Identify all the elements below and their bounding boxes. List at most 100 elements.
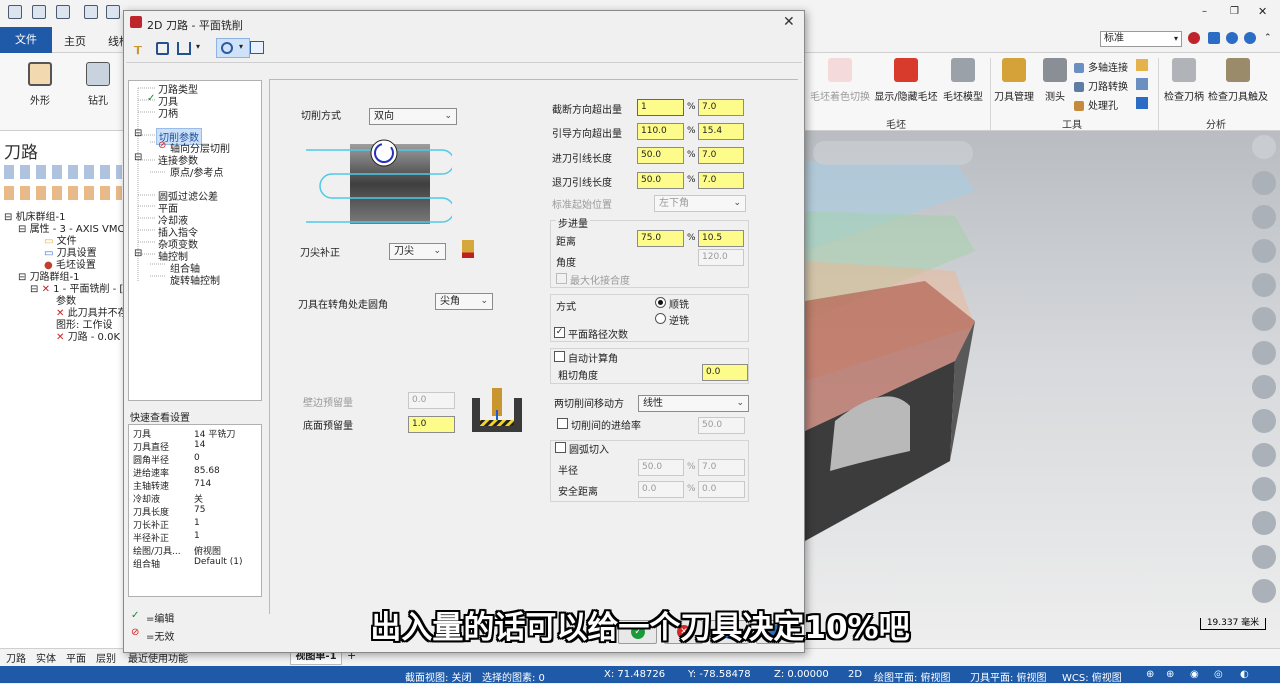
minimize-icon[interactable]: – xyxy=(1202,6,1207,17)
level-icon[interactable] xyxy=(1252,511,1276,535)
tool-icon[interactable]: ┰ xyxy=(134,40,142,55)
style-select[interactable]: 标准 ▾ xyxy=(1100,31,1182,47)
tab-home[interactable]: 主页 xyxy=(64,33,86,49)
manager-toolbar-row-1[interactable] xyxy=(4,165,122,179)
across-overlap-value-input[interactable]: 7.0 xyxy=(698,99,744,116)
move-between-select[interactable]: 线性 ⌄ xyxy=(638,395,749,412)
toolpath-transform-button[interactable]: 刀路转换 xyxy=(1074,78,1128,93)
tab-solids[interactable]: 实体 xyxy=(36,650,56,665)
restore-icon[interactable]: ❐ xyxy=(1230,6,1239,17)
analyze-icon[interactable] xyxy=(1252,579,1276,603)
nav-rotary-axis-control[interactable]: 旋转轴控制 xyxy=(170,272,220,287)
stepover-angle-input[interactable]: 120.0 xyxy=(698,249,744,266)
rough-angle-input[interactable]: 0.0 xyxy=(702,364,748,381)
check-tool-reach-button[interactable]: 检查刀具触及 xyxy=(1207,58,1269,103)
attribute-icon[interactable] xyxy=(1252,545,1276,569)
floor-stock-input[interactable]: 1.0 xyxy=(408,416,455,433)
view-side-icon[interactable] xyxy=(1252,375,1276,399)
save-icon[interactable] xyxy=(32,5,46,19)
tool-small-icon-3[interactable] xyxy=(1136,97,1148,109)
dialog-close-icon[interactable]: ✕ xyxy=(783,14,795,30)
stock-model-button[interactable]: 毛坯模型 xyxy=(940,58,986,103)
viewport-toolbar[interactable] xyxy=(813,141,973,165)
open-icon[interactable] xyxy=(56,5,70,19)
feed-between-checkbox[interactable] xyxy=(557,418,568,429)
status-tool-plane[interactable]: 刀具平面: 俯视图 xyxy=(970,669,1047,684)
drill-button[interactable]: 钻孔 xyxy=(78,62,118,107)
approach-distance-pct-input[interactable]: 50.0 xyxy=(637,147,684,164)
max-overlap-checkbox[interactable] xyxy=(556,273,567,284)
tool-manager-button[interactable]: 刀具管理 xyxy=(993,58,1035,103)
ribbon-collapse-icon[interactable]: ⌃ xyxy=(1264,33,1272,43)
globe-icon[interactable]: ⊕ xyxy=(1146,669,1154,680)
print-icon[interactable] xyxy=(84,5,98,19)
show-hide-stock-button[interactable]: 显示/隐藏毛坯 xyxy=(873,58,939,103)
check-holder-button[interactable]: 检查刀柄 xyxy=(1160,58,1208,103)
status-section-view[interactable]: 截面视图: 关闭 xyxy=(405,669,472,684)
zoom-window-icon[interactable] xyxy=(1252,205,1276,229)
new-file-icon[interactable] xyxy=(8,5,22,19)
corner-rounding-select[interactable]: 尖角 ⌄ xyxy=(435,293,493,310)
shading-icon[interactable] xyxy=(1252,443,1276,467)
stock-shading-button[interactable]: 毛坯着色切换 xyxy=(808,58,872,103)
view-front-icon[interactable] xyxy=(1252,341,1276,365)
save-icon[interactable] xyxy=(156,42,169,55)
expand-icon[interactable]: ⊟ xyxy=(134,248,142,259)
safe-distance-pct-input[interactable]: 0.0 xyxy=(638,481,684,498)
across-overlap-pct-input[interactable]: 1 xyxy=(637,99,684,116)
view-cube-icon[interactable]: ⊕ xyxy=(1166,669,1174,680)
conventional-radio[interactable] xyxy=(655,313,666,324)
expand-icon[interactable]: ⊟ xyxy=(134,152,142,163)
process-hole-button[interactable]: 处理孔 xyxy=(1074,97,1118,112)
graphics-viewport[interactable] xyxy=(805,131,1280,648)
contour-button[interactable]: 外形 xyxy=(20,62,60,107)
tree-operation-1[interactable]: ⊟ ✕ 1 - 平面铣削 - [V xyxy=(30,280,130,295)
rotate-icon[interactable] xyxy=(1252,239,1276,263)
export-icon[interactable] xyxy=(177,42,191,55)
tab-levels[interactable]: 层别 xyxy=(96,650,116,665)
chevron-down-icon[interactable]: ▾ xyxy=(196,42,200,51)
along-overlap-pct-input[interactable]: 110.0 xyxy=(637,123,684,140)
exit-distance-value-input[interactable]: 7.0 xyxy=(698,172,744,189)
tool-small-icon-1[interactable] xyxy=(1136,59,1148,71)
tab-planes[interactable]: 平面 xyxy=(66,650,86,665)
cancel-icon[interactable] xyxy=(1252,135,1276,159)
help-icon[interactable] xyxy=(1244,32,1256,44)
nav-home-ref-points[interactable]: 原点/参考点 xyxy=(170,164,223,179)
stepover-value-input[interactable]: 10.5 xyxy=(698,230,744,247)
multiaxis-link-button[interactable]: 多轴连接 xyxy=(1074,59,1128,74)
wall-stock-input[interactable]: 0.0 xyxy=(408,392,455,409)
status-mode[interactable]: 2D xyxy=(848,669,862,680)
along-overlap-value-input[interactable]: 15.4 xyxy=(698,123,744,140)
arc-radius-pct-input[interactable]: 50.0 xyxy=(638,459,684,476)
feed-between-input[interactable]: 50.0 xyxy=(698,417,745,434)
status-wcs[interactable]: WCS: 俯视图 xyxy=(1062,669,1122,684)
info-icon[interactable] xyxy=(1226,32,1238,44)
plane-passes-checkbox[interactable]: ✓ xyxy=(554,327,565,338)
cut-method-select[interactable]: 双向 ⌄ xyxy=(369,108,457,125)
approach-distance-value-input[interactable]: 7.0 xyxy=(698,147,744,164)
tip-comp-select[interactable]: 刀尖 ⌄ xyxy=(389,243,446,260)
chat-icon[interactable] xyxy=(1208,32,1220,44)
tree-toolpath[interactable]: ✕ 刀路 - 0.0K - xyxy=(56,328,127,343)
opacity-icon[interactable]: ◐ xyxy=(1240,669,1249,680)
probe-button[interactable]: 测头 xyxy=(1040,58,1070,103)
zoom-fit-icon[interactable] xyxy=(1252,171,1276,195)
tab-file[interactable]: 文件 xyxy=(0,27,52,53)
record-icon[interactable] xyxy=(1188,32,1200,44)
tab-toolpaths[interactable]: 刀路 xyxy=(6,650,26,665)
arc-radius-value-input[interactable]: 7.0 xyxy=(698,459,745,476)
safe-distance-value-input[interactable]: 0.0 xyxy=(698,481,745,498)
nav-holder[interactable]: 刀柄 xyxy=(158,105,178,120)
collapse-panel-icon[interactable] xyxy=(250,41,264,54)
manager-toolbar-row-2[interactable] xyxy=(4,186,122,200)
view-iso-icon[interactable] xyxy=(1252,409,1276,433)
auto-calc-angle-checkbox[interactable] xyxy=(554,351,565,362)
expand-icon[interactable]: ⊟ xyxy=(134,128,142,139)
stepover-pct-input[interactable]: 75.0 xyxy=(637,230,684,247)
pan-icon[interactable] xyxy=(1252,273,1276,297)
wire-mode-icon[interactable]: ◎ xyxy=(1214,669,1223,680)
exit-distance-pct-input[interactable]: 50.0 xyxy=(637,172,684,189)
app-close-icon[interactable]: ✕ xyxy=(1258,5,1267,18)
tool-small-icon-2[interactable] xyxy=(1136,78,1148,90)
